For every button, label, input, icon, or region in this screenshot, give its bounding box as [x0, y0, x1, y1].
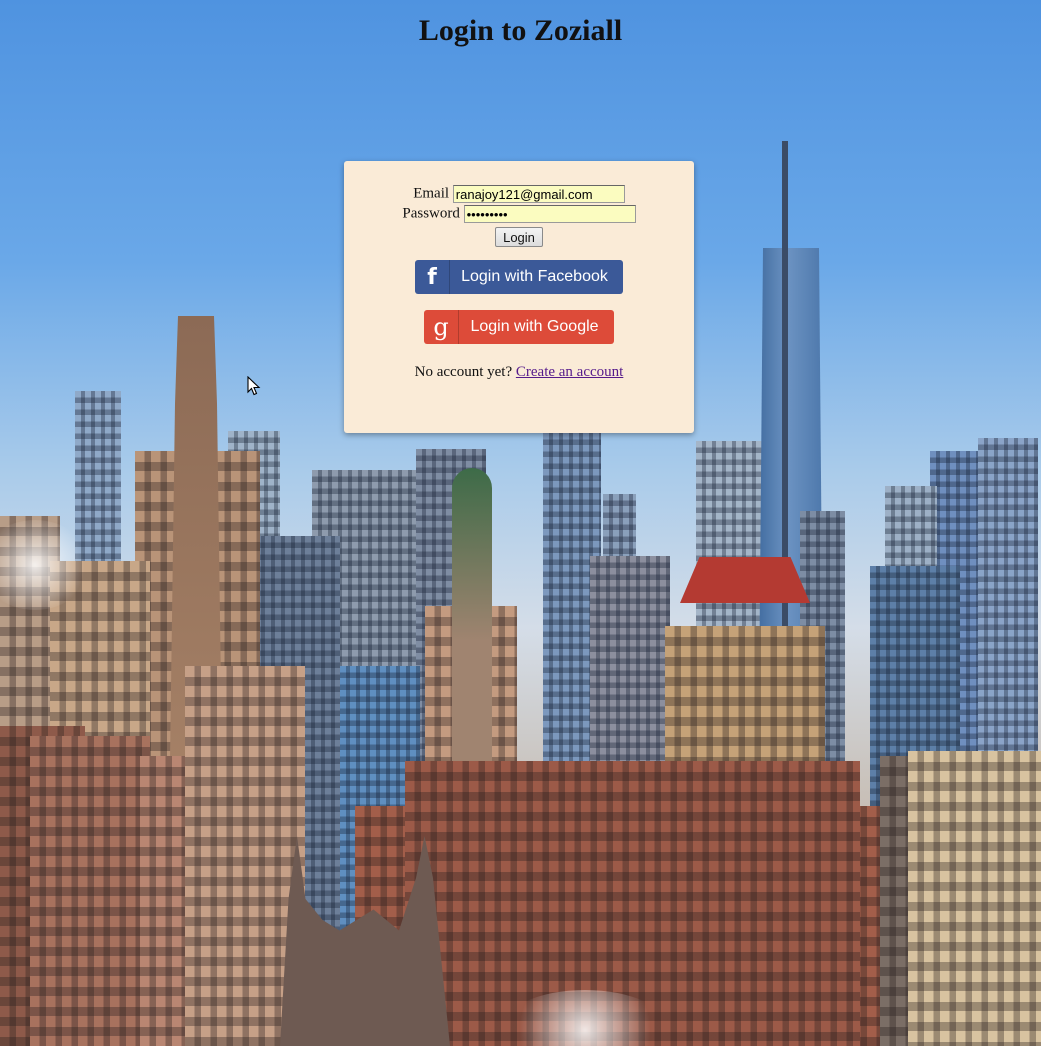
create-account-link[interactable]: Create an account	[516, 364, 623, 380]
google-login-button[interactable]: g Login with Google	[424, 310, 614, 344]
signup-row: No account yet? Create an account	[344, 364, 694, 381]
building	[908, 751, 1041, 1046]
email-input[interactable]	[452, 185, 625, 203]
facebook-login-label: Login with Facebook	[461, 268, 608, 285]
google-login-label: Login with Google	[470, 318, 599, 335]
email-label: Email	[413, 185, 450, 202]
city-skyline-background	[0, 0, 1041, 1046]
red-roof	[680, 557, 810, 603]
email-row: Email	[344, 185, 694, 203]
login-panel: Email Password Login f Login with Facebo…	[344, 161, 694, 433]
signup-prompt: No account yet?	[414, 364, 513, 380]
building	[880, 756, 910, 1046]
facebook-icon: f	[415, 260, 450, 294]
password-input[interactable]	[463, 205, 636, 223]
login-button[interactable]: Login	[495, 227, 543, 247]
password-label: Password	[402, 205, 460, 222]
building	[30, 736, 150, 1046]
mouse-pointer-icon	[247, 376, 261, 396]
google-icon: g	[424, 310, 459, 344]
page-title: Login to Zoziall	[418, 14, 623, 47]
password-row: Password	[344, 205, 694, 223]
facebook-login-button[interactable]: f Login with Facebook	[415, 260, 623, 294]
